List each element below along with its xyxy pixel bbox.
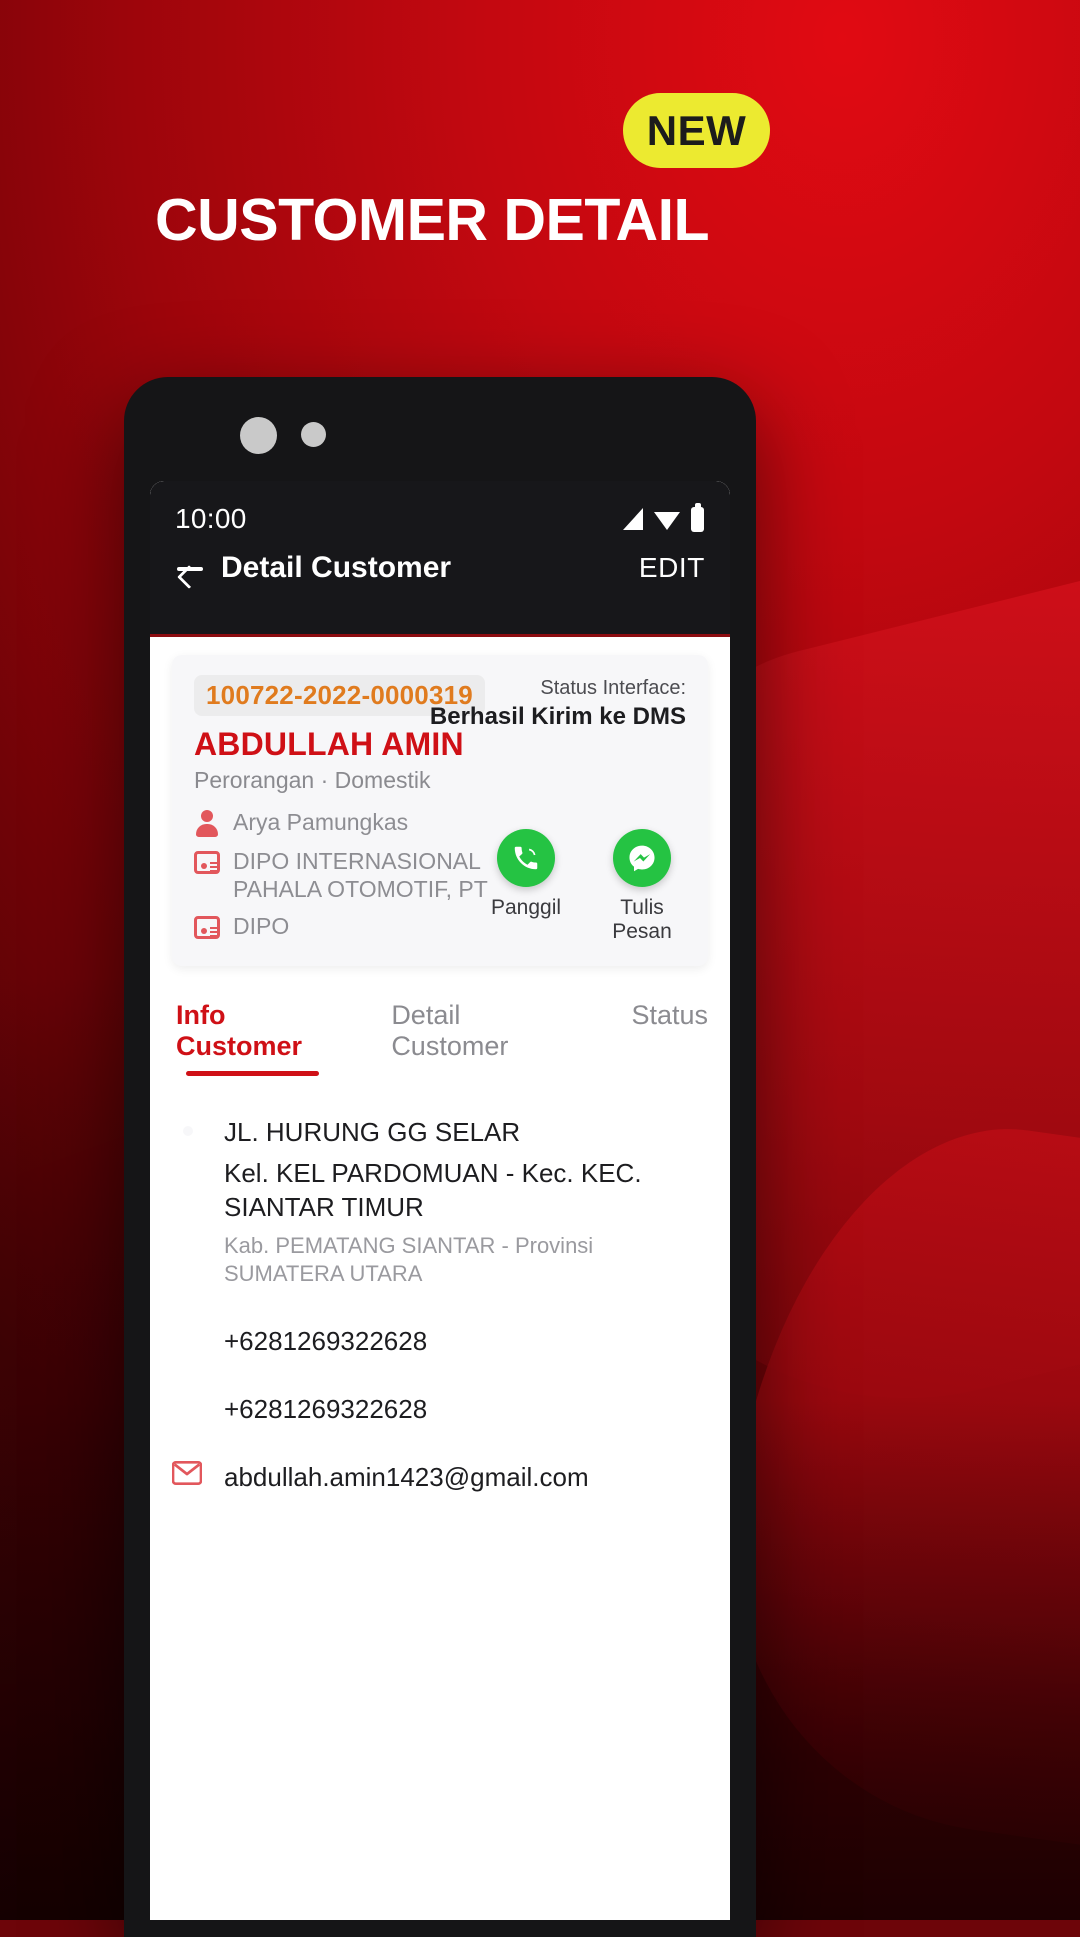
- customer-card-wrapper: 100722-2022-0000319 Status Interface: Be…: [150, 637, 730, 967]
- person-icon: [194, 810, 220, 838]
- app-bar-title: Detail Customer: [221, 551, 452, 584]
- tab-bar: Info Customer Detail Customer Status: [150, 966, 730, 1077]
- signal-icon: [623, 508, 643, 530]
- tab-active-indicator: [186, 1071, 320, 1077]
- address-block: JL. HURUNG GG SELAR Kel. KEL PARDOMUAN -…: [224, 1116, 708, 1289]
- email-address: abdullah.amin1423@gmail.com: [224, 1461, 589, 1492]
- battery-icon: [691, 502, 704, 532]
- status-icons: [623, 502, 704, 532]
- tab-info-customer[interactable]: Info Customer: [176, 1000, 329, 1077]
- page-title: CUSTOMER DETAIL: [155, 187, 710, 253]
- list-item: DIPO: [194, 912, 524, 940]
- card-actions: Panggil Tulis Pesan: [480, 829, 688, 944]
- gmail-icon: [171, 1459, 204, 1490]
- address-street: JL. HURUNG GG SELAR: [224, 1117, 521, 1148]
- info-customer-panel: JL. HURUNG GG SELAR Kel. KEL PARDOMUAN -…: [150, 1076, 730, 1493]
- tab-info-customer-label: Info Customer: [176, 1000, 303, 1062]
- phone-icon: [172, 1391, 204, 1411]
- message-action-label: Tulis Pesan: [612, 896, 672, 944]
- customer-meta-rows: Arya Pamungkas DIPO INTERNASIONAL PAHALA…: [194, 808, 524, 940]
- id-card-icon: [194, 851, 220, 874]
- tab-status[interactable]: Status: [631, 1000, 708, 1045]
- sales-name: Arya Pamungkas: [233, 809, 409, 835]
- email-row[interactable]: abdullah.amin1423@gmail.com: [171, 1459, 708, 1493]
- camera-lens-large-icon: [240, 417, 277, 454]
- edit-button[interactable]: EDIT: [639, 552, 705, 584]
- message-action[interactable]: Tulis Pesan: [596, 829, 688, 944]
- arrow-left-icon[interactable]: [175, 553, 205, 583]
- customer-subtitle: Perorangan · Domestik: [194, 767, 431, 793]
- wifi-icon: [654, 511, 680, 530]
- customer-name: ABDULLAH AMIN: [194, 726, 464, 762]
- messenger-icon[interactable]: [613, 829, 671, 888]
- status-interface-label: Status Interface:: [540, 677, 686, 699]
- tab-detail-customer-label: Detail Customer: [391, 1000, 509, 1062]
- app-bar-left: Detail Customer: [175, 551, 451, 585]
- phone-icon: [172, 1323, 204, 1343]
- status-interface-value: Berhasil Kirim ke DMS: [429, 703, 686, 730]
- tab-detail-customer[interactable]: Detail Customer: [391, 1000, 553, 1076]
- app-bar: Detail Customer EDIT: [150, 535, 730, 585]
- call-action-label: Panggil: [490, 896, 562, 920]
- customer-card: 100722-2022-0000319 Status Interface: Be…: [172, 655, 708, 967]
- phone-row-2[interactable]: +6281269322628: [172, 1391, 708, 1425]
- address-region: Kab. PEMATANG SIANTAR - Provinsi SUMATER…: [224, 1232, 594, 1287]
- address-district: Kel. KEL PARDOMUAN - Kec. KEC. SIANTAR T…: [224, 1157, 642, 1222]
- id-card-icon: [194, 916, 220, 940]
- dealer-code: DIPO: [233, 913, 290, 940]
- list-item: Arya Pamungkas: [194, 808, 524, 838]
- app-header: 10:00 Detail Customer EDIT: [150, 481, 730, 637]
- address-row: JL. HURUNG GG SELAR Kel. KEL PARDOMUAN -…: [172, 1116, 708, 1289]
- phone-number-2: +6281269322628: [224, 1393, 428, 1424]
- status-bar: 10:00: [150, 481, 730, 535]
- phone-number-1: +6281269322628: [224, 1325, 428, 1356]
- location-pin-icon: [172, 1116, 204, 1136]
- status-interface-block: Status Interface: Berhasil Kirim ke DMS: [430, 677, 686, 731]
- camera-lens-small-icon: [301, 422, 326, 447]
- status-time: 10:00: [175, 503, 247, 534]
- phone-row-1[interactable]: +6281269322628: [172, 1323, 708, 1357]
- list-item: DIPO INTERNASIONAL PAHALA OTOMOTIF, PT: [194, 847, 524, 903]
- call-action[interactable]: Panggil: [480, 829, 572, 944]
- phone-call-icon[interactable]: [497, 829, 555, 888]
- phone-screen: 10:00 Detail Customer EDIT 100722-2022-0…: [150, 481, 730, 1920]
- new-badge-label: NEW: [646, 106, 747, 154]
- tab-status-label: Status: [631, 1000, 708, 1031]
- new-badge: NEW: [623, 93, 770, 168]
